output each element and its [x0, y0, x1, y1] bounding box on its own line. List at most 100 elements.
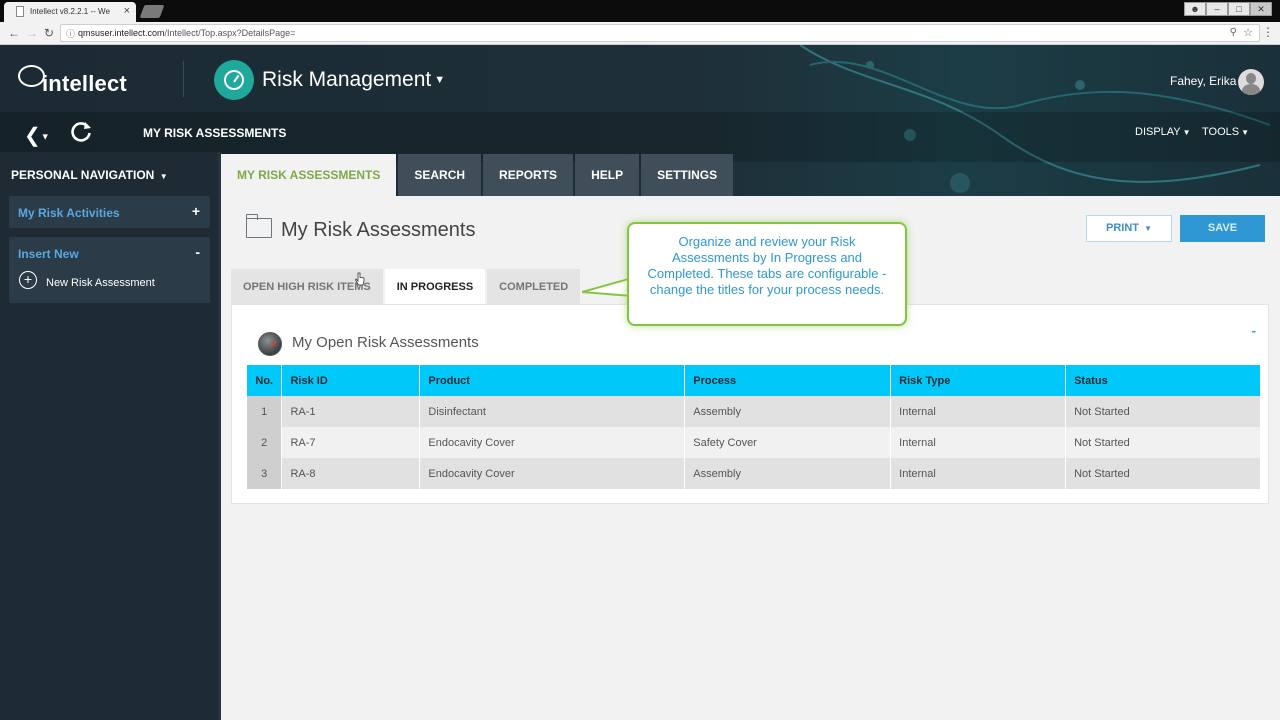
display-menu-label: DISPLAY — [1135, 126, 1181, 138]
risk-type-cell: Internal — [890, 427, 1067, 458]
status-cell: Not Started — [1065, 458, 1261, 489]
subtab-completed[interactable]: COMPLETED — [487, 269, 581, 305]
my-risk-activities-card: My Risk Activities + — [9, 196, 210, 228]
personal-navigation-toggle[interactable]: PERSONAL NAVIGATION ▼ — [11, 168, 168, 182]
url-path: /Intellect/Top.aspx?DetailsPage= — [164, 28, 296, 38]
tools-menu[interactable]: TOOLS ▼ — [1202, 126, 1249, 138]
new-risk-assessment-label: New Risk Assessment — [46, 277, 155, 289]
sidebar: PERSONAL NAVIGATION ▼ My Risk Activities… — [0, 152, 221, 720]
url-host: qmsuser.intellect.com — [78, 28, 165, 38]
menu-icon[interactable]: ⋮ — [1262, 25, 1274, 39]
column-header-status[interactable]: Status — [1065, 365, 1261, 396]
my-risk-activities-label: My Risk Activities — [18, 206, 120, 220]
caret-down-icon: ▼ — [1182, 128, 1191, 137]
folder-icon — [245, 214, 272, 238]
tab-reports[interactable]: REPORTS — [483, 154, 574, 196]
column-header-no[interactable]: No. — [247, 365, 283, 396]
table-row[interactable]: 1 RA-1 Disinfectant Assembly Internal No… — [247, 396, 1261, 427]
tab-help[interactable]: HELP — [575, 154, 640, 196]
callout-pointer — [582, 276, 632, 298]
window-controls: ☻ – □ ✕ — [1184, 2, 1272, 16]
risk-id-cell: RA-7 — [281, 427, 421, 458]
table-row[interactable]: 2 RA-7 Endocavity Cover Safety Cover Int… — [247, 427, 1261, 458]
row-number: 2 — [247, 427, 283, 458]
reload-icon[interactable]: ↻ — [44, 26, 54, 40]
risk-type-cell: Internal — [890, 458, 1067, 489]
user-avatar-icon[interactable] — [1238, 69, 1264, 95]
browser-tab[interactable]: Intellect v8.2.2.1 -- We × — [4, 2, 136, 22]
insert-new-header[interactable]: Insert New - — [9, 237, 210, 269]
table-row[interactable]: 3 RA-8 Endocavity Cover Assembly Interna… — [247, 458, 1261, 489]
open-risk-assessments-panel: My Open Risk Assessments - No. Risk ID P… — [231, 304, 1269, 504]
tab-my-risk-assessments[interactable]: MY RISK ASSESSMENTS — [221, 154, 397, 196]
print-button[interactable]: PRINT ▼ — [1086, 215, 1172, 242]
panel-title: My Open Risk Assessments — [292, 334, 479, 351]
forward-arrow-icon[interactable]: → — [26, 26, 38, 40]
product-cell: Endocavity Cover — [419, 458, 686, 489]
caret-down-icon: ▼ — [434, 74, 446, 87]
user-profile-icon[interactable]: ☻ — [1184, 2, 1206, 16]
process-cell: Safety Cover — [684, 427, 892, 458]
breadcrumb-title: MY RISK ASSESSMENTS — [143, 126, 287, 140]
sidebar-item-new-risk-assessment[interactable]: + New Risk Assessment — [9, 269, 210, 299]
process-cell: Assembly — [684, 458, 892, 489]
star-icon[interactable]: ☆ — [1243, 26, 1253, 39]
tab-close-icon[interactable]: × — [124, 5, 130, 17]
gauge-icon — [214, 60, 254, 100]
info-icon[interactable]: ⓘ — [66, 27, 75, 40]
module-title: Risk Management — [262, 68, 432, 91]
risk-id-cell: RA-8 — [281, 458, 421, 489]
display-menu[interactable]: DISPLAY ▼ — [1135, 126, 1191, 138]
tab-search[interactable]: SEARCH — [398, 154, 482, 196]
browser-tab-title: Intellect v8.2.2.1 -- We — [30, 7, 110, 16]
cursor-icon — [355, 272, 365, 286]
personal-navigation-title: PERSONAL NAVIGATION — [11, 168, 155, 182]
caret-down-icon: ▼ — [159, 172, 168, 181]
zoom-icon[interactable]: ⚲ — [1230, 27, 1237, 38]
new-tab-button[interactable] — [139, 5, 165, 18]
status-cell: Not Started — [1065, 396, 1261, 427]
save-button[interactable]: SAVE — [1180, 215, 1265, 242]
back-arrow-icon[interactable]: ← — [8, 26, 20, 40]
user-name[interactable]: Fahey, Erika — [1170, 74, 1236, 88]
insert-new-label: Insert New — [18, 247, 79, 261]
subtab-in-progress[interactable]: IN PROGRESS — [384, 269, 486, 305]
print-label: PRINT — [1106, 222, 1139, 234]
speedometer-icon — [258, 332, 282, 356]
caret-down-icon: ▼ — [1241, 128, 1250, 137]
maximize-icon[interactable]: □ — [1228, 2, 1250, 16]
column-header-product[interactable]: Product — [419, 365, 686, 396]
insert-new-card: Insert New - + New Risk Assessment — [9, 237, 210, 303]
module-switcher[interactable]: Risk Management ▼ — [262, 68, 445, 92]
risk-type-cell: Internal — [890, 396, 1067, 427]
tooltip-callout: Organize and review your Risk Assessment… — [627, 222, 907, 326]
chevron-left-icon: ❮ — [24, 125, 41, 147]
page-title: My Risk Assessments — [281, 219, 476, 241]
column-header-risk-type[interactable]: Risk Type — [890, 365, 1067, 396]
address-bar: ← → ↻ ⓘ qmsuser.intellect.com/Intellect/… — [0, 22, 1280, 45]
row-number: 3 — [247, 458, 283, 489]
product-cell: Endocavity Cover — [419, 427, 686, 458]
subtabs: OPEN HIGH RISK ITEMS IN PROGRESS COMPLET… — [231, 269, 581, 305]
caret-down-icon: ▼ — [1144, 224, 1152, 233]
column-header-process[interactable]: Process — [684, 365, 892, 396]
logo-text: intellect — [42, 71, 127, 96]
plus-circle-icon: + — [19, 271, 37, 289]
refresh-icon[interactable] — [68, 119, 94, 145]
expand-icon[interactable]: + — [192, 203, 200, 219]
collapse-icon[interactable]: - — [195, 244, 200, 260]
tab-settings[interactable]: SETTINGS — [641, 154, 734, 196]
my-risk-activities-header[interactable]: My Risk Activities + — [9, 196, 210, 228]
row-number: 1 — [247, 396, 283, 427]
product-cell: Disinfectant — [419, 396, 686, 427]
header-divider — [183, 61, 184, 97]
top-navigation: MY RISK ASSESSMENTS SEARCH REPORTS HELP … — [221, 154, 734, 196]
process-cell: Assembly — [684, 396, 892, 427]
panel-collapse-button[interactable]: - — [1252, 323, 1256, 338]
column-header-risk-id[interactable]: Risk ID — [281, 365, 421, 396]
close-window-icon[interactable]: ✕ — [1250, 2, 1272, 16]
back-button[interactable]: ❮▼ — [24, 123, 50, 148]
minimize-icon[interactable]: – — [1206, 2, 1228, 16]
url-field[interactable]: ⓘ qmsuser.intellect.com/Intellect/Top.as… — [60, 24, 1260, 42]
page-icon — [16, 6, 24, 17]
